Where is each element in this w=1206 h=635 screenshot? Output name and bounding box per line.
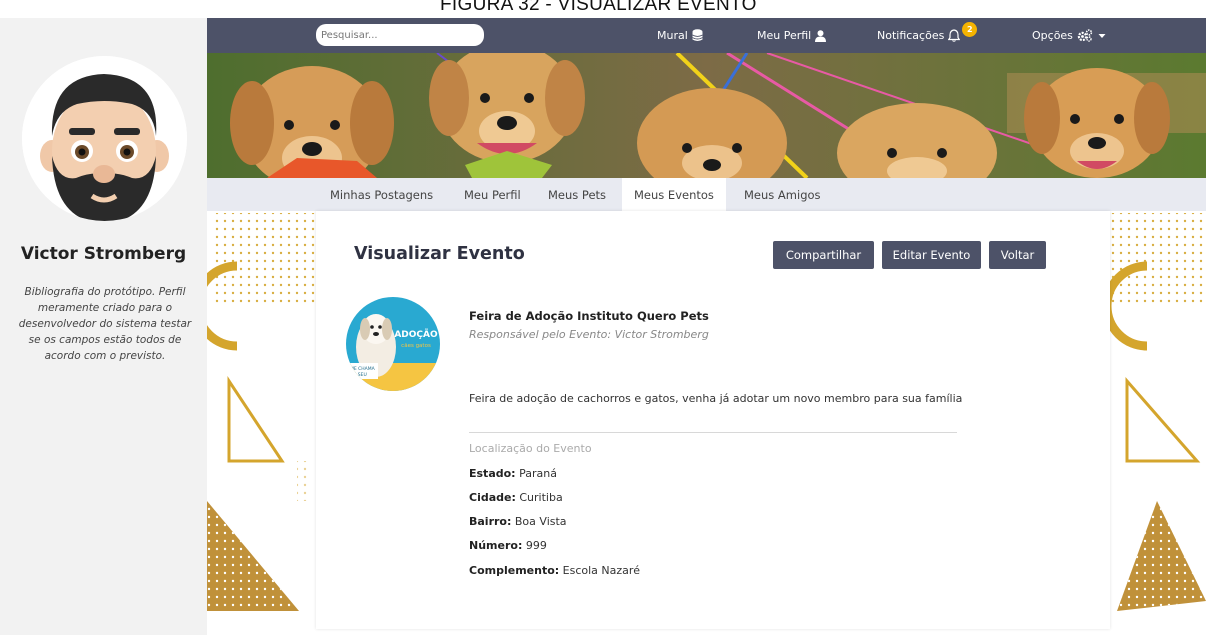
estado-label: Estado: <box>469 467 516 480</box>
numero-value: 999 <box>525 539 547 552</box>
adoption-poster-image: ADOÇÃO cães gatos ME CHAMA DE SEU <box>346 297 440 391</box>
tab-meus-amigos[interactable]: Meus Amigos <box>744 178 821 211</box>
complemento-value: Escola Nazaré <box>562 564 640 577</box>
profile-bio: Bibliografia do protótipo. Perfil merame… <box>18 286 192 362</box>
page-title: Visualizar Evento <box>354 244 525 264</box>
tab-meu-perfil[interactable]: Meu Perfil <box>464 178 521 211</box>
back-button[interactable]: Voltar <box>989 241 1046 269</box>
tab-minhas-postagens[interactable]: Minhas Postagens <box>330 178 433 211</box>
bell-icon <box>948 29 961 42</box>
nav-notificacoes-label: Notificações <box>877 29 945 42</box>
profile-tabs: Minhas Postagens Meu Perfil Meus Pets Me… <box>207 178 1206 211</box>
nav-meu-perfil[interactable]: Meu Perfil <box>757 18 827 53</box>
user-icon <box>815 29 827 42</box>
tab-meus-pets[interactable]: Meus Pets <box>548 178 606 211</box>
cover-banner <box>207 53 1206 178</box>
cidade-label: Cidade: <box>469 491 516 504</box>
gears-icon <box>1077 29 1093 42</box>
share-button[interactable]: Compartilhar <box>773 241 874 269</box>
page: FIGURA 32 - VISUALIZAR EVENTO Victor Str… <box>0 0 1206 635</box>
nav-opcoes-label: Opções <box>1032 29 1073 42</box>
numero-label: Número: <box>469 539 523 552</box>
tab-meus-eventos[interactable]: Meus Eventos <box>622 178 726 211</box>
avatar[interactable] <box>22 56 187 221</box>
figure-caption: FIGURA 32 - VISUALIZAR EVENTO <box>440 0 757 15</box>
event-image: ADOÇÃO cães gatos ME CHAMA DE SEU <box>346 297 440 391</box>
event-description: Feira de adoção de cachorros e gatos, ve… <box>469 392 963 405</box>
divider <box>469 432 957 433</box>
bairro-value: Boa Vista <box>514 515 567 528</box>
field-cidade: Cidade: Curitiba <box>469 491 563 504</box>
field-numero: Número: 999 <box>469 539 547 552</box>
location-heading: Localização do Evento <box>469 442 592 455</box>
estado-value: Paraná <box>519 467 557 480</box>
profile-sidebar: Victor Stromberg Bibliografia do protóti… <box>0 18 207 635</box>
puppies-cover-image <box>207 53 1206 178</box>
caret-down-icon <box>1098 33 1106 38</box>
database-icon <box>692 29 703 41</box>
field-estado: Estado: Paraná <box>469 467 557 480</box>
event-card: Visualizar Evento Compartilhar Editar Ev… <box>316 211 1110 629</box>
event-responsible: Responsável pelo Evento: Victor Stromber… <box>469 328 709 341</box>
nav-mural-label: Mural <box>657 29 688 42</box>
nav-notificacoes[interactable]: Notificações 2 <box>877 18 978 53</box>
nav-mural[interactable]: Mural <box>657 18 703 53</box>
avatar-illustration <box>22 56 187 221</box>
profile-name: Victor Stromberg <box>20 244 187 264</box>
poster-sign-line1: ME CHAMA <box>350 366 376 372</box>
top-navbar: Mural Meu Perfil Notificações 2 <box>207 18 1206 53</box>
event-name: Feira de Adoção Instituto Quero Pets <box>469 309 709 323</box>
cidade-value: Curitiba <box>519 491 563 504</box>
nav-meu-perfil-label: Meu Perfil <box>757 29 812 42</box>
poster-title-text: ADOÇÃO <box>394 329 438 340</box>
complemento-label: Complemento: <box>469 564 560 577</box>
nav-opcoes[interactable]: Opções <box>1032 18 1106 53</box>
edit-event-button[interactable]: Editar Evento <box>882 241 981 269</box>
poster-sign-line2: DE SEU <box>350 372 367 378</box>
poster-subtitle-text: cães gatos <box>401 343 431 349</box>
bairro-label: Bairro: <box>469 515 512 528</box>
search-input[interactable] <box>316 24 484 46</box>
field-complemento: Complemento: Escola Nazaré <box>469 564 640 577</box>
notification-count-badge: 2 <box>962 22 978 37</box>
field-bairro: Bairro: Boa Vista <box>469 515 567 528</box>
